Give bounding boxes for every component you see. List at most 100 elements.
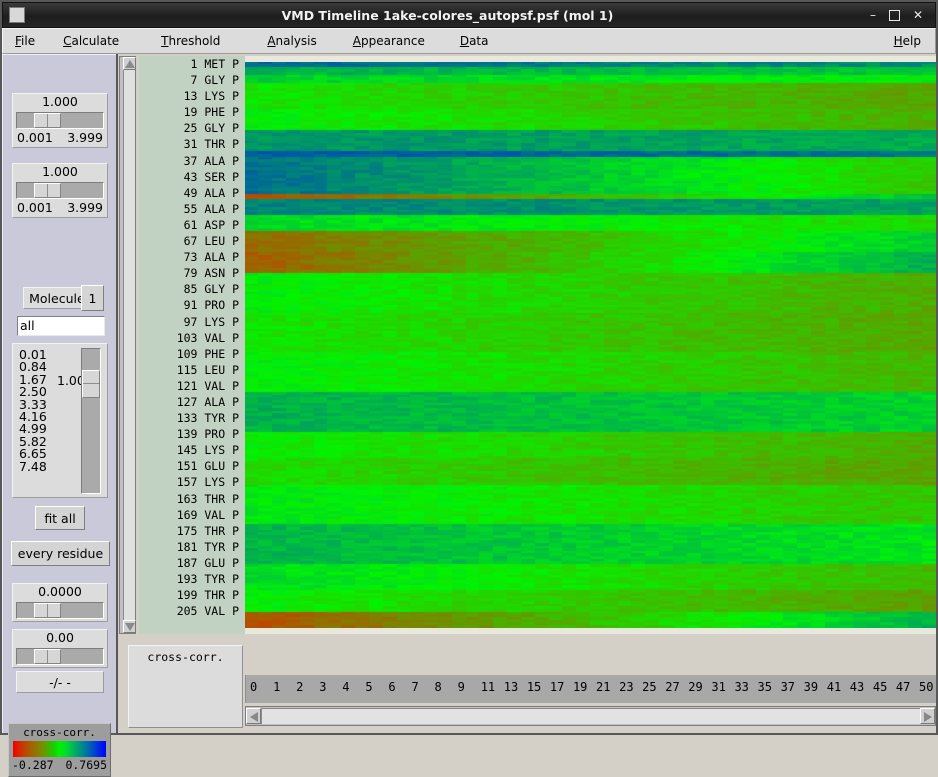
residue-label: 55 ALA P [139, 201, 245, 217]
up-arrow-icon[interactable] [123, 57, 136, 70]
color-legend: cross-corr. -0.287 0.7695 [8, 723, 111, 777]
slider-widget-4[interactable]: 0.00 [12, 629, 108, 668]
residue-label: 145 LYS P [139, 442, 245, 458]
axis-tick-label: 11 [481, 680, 495, 694]
menu-appearance[interactable]: Appearance [353, 32, 425, 50]
axis-tick-label: 29 [688, 680, 702, 694]
window-controls: – ✕ [870, 10, 923, 21]
menu-calculate[interactable]: Calculate [63, 32, 119, 50]
slider1-value: 1.000 [13, 94, 107, 110]
axis-tick-label: 50 [919, 680, 933, 694]
timeline-heatmap-canvas[interactable] [245, 62, 936, 628]
slider1-max: 3.999 [67, 130, 103, 145]
axis-tick-label: 39 [804, 680, 818, 694]
slider1-thumb[interactable] [34, 113, 61, 128]
scale-track[interactable] [81, 348, 101, 494]
menu-threshold[interactable]: Threshold [161, 32, 220, 50]
slider1-track[interactable] [16, 112, 104, 129]
menu-data[interactable]: Data [460, 32, 489, 50]
maximize-button[interactable] [889, 10, 900, 21]
right-arrow-icon[interactable] [920, 708, 935, 724]
cursor-info-value: -/- - [16, 671, 104, 693]
residue-label: 97 LYS P [139, 314, 245, 330]
residue-label: 109 PHE P [139, 346, 245, 362]
residue-label: 91 PRO P [139, 297, 245, 313]
slider2-track[interactable] [16, 182, 104, 199]
residue-label-column[interactable]: 1 MET P7 GLY P13 LYS P19 PHE P25 GLY P31… [139, 56, 245, 634]
scale-tick: 7.48 [19, 461, 47, 473]
horizontal-scrollbar-track[interactable] [261, 708, 920, 724]
axis-tick-label: 7 [411, 680, 418, 694]
vertical-scrollbar[interactable] [119, 56, 136, 634]
slider-widget-1[interactable]: 1.000 0.001 3.999 [12, 93, 108, 148]
slider2-min: 0.001 [17, 200, 53, 215]
minimize-button[interactable]: – [870, 10, 876, 20]
close-button[interactable]: ✕ [913, 10, 923, 20]
fit-all-button[interactable]: fit all [35, 506, 85, 530]
residue-label: 157 LYS P [139, 474, 245, 490]
axis-tick-label: 33 [734, 680, 748, 694]
molecule-number-button[interactable]: 1 [81, 285, 104, 311]
axis-tick-label: 4 [342, 680, 349, 694]
residue-label: 31 THR P [139, 136, 245, 152]
slider2-value: 1.000 [13, 164, 107, 180]
horizontal-scrollbar[interactable] [245, 706, 936, 726]
menu-help[interactable]: Help [894, 32, 921, 50]
axis-tick-label: 23 [619, 680, 633, 694]
vertical-scrollbar-track[interactable] [123, 57, 135, 633]
residue-label: 181 TYR P [139, 539, 245, 555]
axis-tick-label: 25 [642, 680, 656, 694]
residue-label: 19 PHE P [139, 104, 245, 120]
menu-file[interactable]: File [15, 32, 35, 50]
axis-tick-label: 47 [896, 680, 910, 694]
axis-tick-label: 35 [758, 680, 772, 694]
axis-tick-label: 31 [711, 680, 725, 694]
menu-analysis[interactable]: Analysis [267, 32, 316, 50]
residue-label: 79 ASN P [139, 265, 245, 281]
timeline-heatmap-panel[interactable] [245, 56, 936, 634]
slider3-track[interactable] [16, 602, 104, 619]
residue-label: 73 ALA P [139, 249, 245, 265]
axis-tick-label: 41 [827, 680, 841, 694]
menu-bar: File Calculate Threshold Analysis Appear… [2, 28, 936, 54]
slider1-range: 0.001 3.999 [13, 129, 107, 145]
residue-label: 49 ALA P [139, 185, 245, 201]
slider2-thumb[interactable] [34, 183, 61, 198]
slider3-thumb[interactable] [34, 603, 61, 618]
residue-label: 67 LEU P [139, 233, 245, 249]
residue-label: 169 VAL P [139, 507, 245, 523]
scale-thumb[interactable] [82, 370, 100, 398]
data-set-label: cross-corr. [129, 646, 242, 668]
slider4-value: 0.00 [13, 630, 107, 646]
slider4-thumb[interactable] [34, 649, 61, 664]
vmd-timeline-window: VMD Timeline 1ake-colores_autopsf.psf (m… [0, 0, 938, 735]
slider4-track[interactable] [16, 648, 104, 665]
residue-label: 127 ALA P [139, 394, 245, 410]
axis-tick-label: 2 [296, 680, 303, 694]
left-arrow-icon[interactable] [246, 708, 261, 724]
slider1-min: 0.001 [17, 130, 53, 145]
legend-colorbar [13, 741, 106, 757]
frame-axis: 0123456789111315171921232527293133353739… [245, 675, 936, 703]
residue-label: 151 GLU P [139, 458, 245, 474]
axis-tick-label: 1 [273, 680, 280, 694]
slider-widget-2[interactable]: 1.000 0.001 3.999 [12, 163, 108, 218]
scale-ticks: 0.01 0.84 1.67 2.50 3.33 4.16 4.99 5.82 … [19, 349, 47, 473]
residue-label: 163 THR P [139, 491, 245, 507]
axis-tick-label: 13 [504, 680, 518, 694]
down-arrow-icon[interactable] [123, 620, 136, 633]
residue-label: 115 LEU P [139, 362, 245, 378]
legend-max: 0.7695 [65, 757, 107, 773]
axis-tick-label: 17 [550, 680, 564, 694]
axis-tick-label: 6 [388, 680, 395, 694]
residue-label: 61 ASP P [139, 217, 245, 233]
legend-title: cross-corr. [9, 724, 110, 741]
data-set-text-panel[interactable]: cross-corr. [128, 645, 243, 728]
slider-widget-3[interactable]: 0.0000 [12, 583, 108, 622]
scale-widget[interactable]: 0.01 0.84 1.67 2.50 3.33 4.16 4.99 5.82 … [12, 343, 108, 498]
every-residue-button[interactable]: every residue [11, 541, 110, 566]
axis-tick-label: 5 [365, 680, 372, 694]
axis-tick-label: 27 [665, 680, 679, 694]
selection-input[interactable]: all [17, 316, 105, 336]
axis-tick-label: 45 [873, 680, 887, 694]
